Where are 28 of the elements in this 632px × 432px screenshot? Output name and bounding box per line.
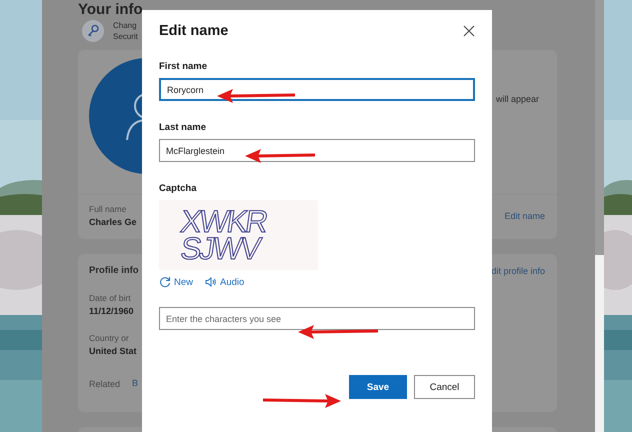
name-input[interactable]: McFlarglestein bbox=[159, 139, 475, 162]
field-value: 11/12/1960 bbox=[89, 305, 134, 318]
field-label: Country or bbox=[89, 332, 129, 345]
field-value: Charles Ge bbox=[89, 216, 137, 229]
captcha-input[interactable]: Enter the characters you see bbox=[159, 307, 475, 330]
related-link[interactable]: B bbox=[132, 378, 138, 391]
field-label: Last name bbox=[159, 122, 207, 133]
captcha-text: XWKR bbox=[179, 208, 268, 235]
cancel-button[interactable]: Cancel bbox=[414, 375, 475, 399]
name-input[interactable]: Rorycorn bbox=[159, 78, 475, 101]
card-description: will appear bbox=[496, 94, 540, 106]
card-title: Profile info bbox=[89, 265, 139, 276]
edit-profile-link[interactable]: dit profile info bbox=[491, 266, 545, 276]
edit-name-link[interactable]: Edit name bbox=[504, 211, 545, 221]
field-value: United Stat bbox=[89, 345, 137, 358]
field-label: First name bbox=[159, 61, 208, 72]
security-item-title: Chang bbox=[113, 20, 138, 31]
field-label: Date of birt bbox=[89, 292, 131, 305]
captcha-text: SJWV bbox=[179, 235, 262, 262]
save-button[interactable]: Save bbox=[349, 375, 407, 399]
dialog-title: Edit name bbox=[159, 23, 228, 39]
field-label: Full name bbox=[89, 203, 126, 216]
security-item-subtitle: Securit bbox=[113, 31, 138, 42]
captcha-refresh-button[interactable]: New bbox=[159, 276, 194, 288]
related-label: Related bbox=[89, 378, 120, 391]
captcha-audio-button[interactable]: Audio bbox=[205, 276, 244, 288]
captcha-label: Captcha bbox=[159, 183, 198, 194]
page-title: Your info bbox=[78, 1, 143, 18]
